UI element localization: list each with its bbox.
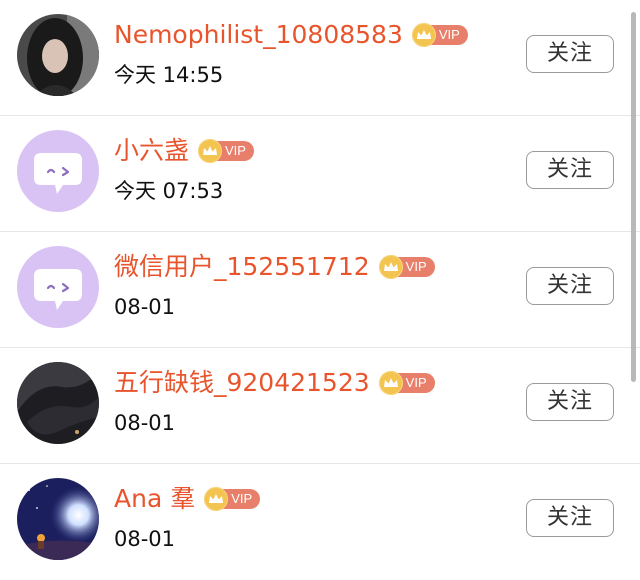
crown-icon	[198, 139, 223, 163]
crown-icon	[378, 255, 403, 279]
avatar[interactable]	[17, 362, 99, 444]
follow-time: 今天 14:55	[114, 63, 224, 87]
follow-button[interactable]: 关注	[526, 267, 614, 305]
crown-icon	[204, 487, 229, 511]
vip-badge: VIP	[198, 139, 254, 163]
avatar[interactable]	[17, 130, 99, 212]
vip-label: VIP	[405, 259, 427, 274]
avatar[interactable]	[17, 478, 99, 560]
avatar[interactable]	[17, 246, 99, 328]
list-item[interactable]: 小六盏 VIP 今天 07:53 关注	[0, 116, 640, 232]
follow-button[interactable]: 关注	[526, 35, 614, 73]
vip-badge: VIP	[378, 255, 435, 279]
follow-time: 08-01	[114, 295, 176, 319]
vip-label: VIP	[438, 27, 460, 42]
user-name[interactable]: Ana 羣	[114, 482, 195, 516]
crown-icon	[378, 371, 403, 395]
vip-badge: VIP	[378, 371, 435, 395]
follow-time: 08-01	[114, 411, 176, 435]
crown-icon	[411, 23, 436, 47]
vip-label: VIP	[405, 375, 427, 390]
vip-badge: VIP	[204, 487, 261, 511]
avatar[interactable]	[17, 14, 99, 96]
follow-time: 08-01	[114, 527, 176, 551]
user-name[interactable]: 五行缺钱_920421523	[114, 366, 370, 400]
user-name[interactable]: Nemophilist_10808583	[114, 18, 403, 52]
scrollbar[interactable]	[631, 12, 636, 382]
follow-time: 今天 07:53	[114, 179, 224, 203]
follow-button[interactable]: 关注	[526, 499, 614, 537]
user-name[interactable]: 小六盏	[114, 134, 189, 168]
vip-badge: VIP	[411, 23, 468, 47]
list-item[interactable]: 五行缺钱_920421523 VIP 08-01 关注	[0, 348, 640, 464]
follow-button[interactable]: 关注	[526, 383, 614, 421]
follow-button[interactable]: 关注	[526, 151, 614, 189]
vip-label: VIP	[231, 491, 253, 506]
vip-label: VIP	[225, 143, 246, 158]
list-item[interactable]: 微信用户_152551712 VIP 08-01 关注	[0, 232, 640, 348]
list-item[interactable]: Ana 羣 VIP 08-01 关注	[0, 464, 640, 580]
list-item[interactable]: Nemophilist_10808583 VIP 今天 14:55 关注	[0, 0, 640, 116]
user-name[interactable]: 微信用户_152551712	[114, 250, 370, 284]
